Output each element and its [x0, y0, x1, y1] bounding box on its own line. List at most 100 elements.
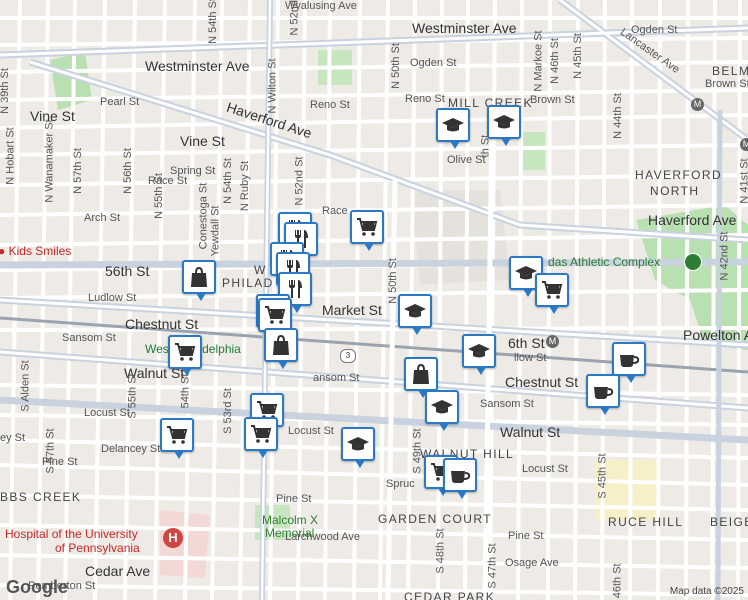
street-label: N 57th St [71, 148, 84, 194]
route-shield: 3 [340, 349, 356, 363]
shopping-marker[interactable] [182, 260, 216, 301]
park-pin-icon[interactable] [684, 253, 702, 271]
cafe-marker[interactable] [443, 458, 477, 499]
poi-label: Hospital of the University [5, 527, 138, 541]
partial-label: W [254, 263, 267, 277]
street-label: N 46th St [548, 38, 561, 84]
grocery-marker[interactable] [160, 418, 194, 459]
grocery-marker[interactable] [168, 335, 202, 376]
street-label: Yewdall St [209, 205, 222, 257]
street-label: Locust St [522, 463, 568, 475]
neighborhood-label: CEDAR PARK [404, 590, 496, 600]
street-label: N 42nd St [718, 231, 731, 281]
street-label: N 52nd St [288, 0, 301, 36]
shopping-marker[interactable] [404, 357, 438, 398]
street-label: Chestnut St [505, 374, 579, 390]
street-label: Cedar Ave [85, 563, 151, 579]
metro-station-icon[interactable]: M [691, 98, 704, 111]
street-label: Brown St [705, 78, 748, 90]
street-label: Pearl St [100, 96, 140, 108]
coffee-cup-icon [591, 379, 615, 403]
street-label: Locust St [288, 425, 334, 437]
shopping-marker[interactable] [264, 328, 298, 369]
street-label: Vine St [180, 133, 225, 149]
street-label: Sansom St [62, 332, 116, 344]
street-label: Delancey St [101, 443, 161, 455]
cafe-marker[interactable] [586, 374, 620, 415]
school-marker[interactable] [341, 427, 375, 468]
neighborhood-label: RUCE HILL [608, 515, 684, 529]
shopping-bag-icon [269, 333, 293, 357]
street-label: Chestnut St [125, 316, 199, 332]
location-pin-icon: ● [0, 244, 6, 258]
school-marker[interactable] [425, 390, 459, 431]
street-label: S 55th St [126, 373, 139, 419]
street-label: Haverford Ave [648, 212, 737, 228]
shopping-cart-icon [165, 423, 189, 447]
street-label: 56th St [105, 263, 150, 279]
street-label: Arch St [84, 212, 121, 224]
shopping-bag-icon [187, 265, 211, 289]
neighborhood-label: BEIGE [710, 515, 748, 529]
street-label: N Markoe St [532, 30, 545, 92]
cafe-marker[interactable] [612, 342, 646, 383]
street-label: 6th St [508, 335, 545, 351]
neighborhood-label: HAVERFORD [635, 168, 723, 182]
poi-malcolm-x-line2: Memorial [265, 526, 315, 540]
grocery-marker[interactable] [535, 273, 569, 314]
map-credit: Map data ©2025 [669, 586, 744, 597]
street-label: N 45th St [571, 33, 584, 79]
street-label: Race [322, 205, 348, 217]
street-label: Walnut St [500, 424, 561, 440]
shopping-cart-icon [540, 278, 564, 302]
graduation-cap-icon [441, 113, 465, 137]
graduation-cap-icon [430, 395, 454, 419]
street-label: N 54th St [221, 158, 234, 204]
poi-hospital-line2: of Pennsylvania [55, 541, 140, 555]
street-label: ey St [0, 432, 26, 444]
street-label: Conestoga St [197, 182, 210, 250]
hospital-icon[interactable]: H [163, 528, 183, 548]
poi-athletic-complex[interactable]: das Athletic Complex [548, 255, 660, 269]
street-label: Pine St [508, 530, 544, 542]
street-label: llow St [514, 352, 547, 364]
neighborhood-label: BELM [712, 64, 748, 78]
street-label: N 54th St [206, 0, 219, 44]
map-canvas[interactable]: Wyalusing Ave Westminster Ave Westminste… [0, 0, 748, 600]
street-label: Spruc [386, 478, 415, 490]
street-label: S 47th St [486, 543, 499, 589]
school-marker[interactable] [398, 294, 432, 335]
street-label: Westminster Ave [412, 20, 517, 36]
poi-label: Kids Smiles [8, 244, 72, 258]
poi-hospital[interactable]: Hospital of the University [5, 527, 138, 541]
neighborhood-label: BBS CREEK [0, 490, 82, 504]
street-label: N 52nd St [293, 156, 306, 206]
school-marker[interactable] [462, 334, 496, 375]
shopping-cart-icon [173, 340, 197, 364]
street-label: Ludlow St [88, 292, 137, 304]
street-label: N Wilton St [266, 58, 279, 114]
grocery-marker[interactable] [350, 210, 384, 251]
school-marker[interactable] [436, 108, 470, 149]
poi-malcolm-x[interactable]: Malcolm X [262, 513, 318, 527]
neighborhood-label: GARDEN COURT [378, 512, 492, 526]
street-label: Brown St [530, 94, 575, 106]
shopping-cart-icon [263, 303, 287, 327]
poi-kids-smiles[interactable]: ● Kids Smiles [0, 244, 71, 258]
street-label: Sansom St [480, 398, 534, 410]
street-label: Ogden St [410, 57, 457, 69]
graduation-cap-icon [467, 339, 491, 363]
school-marker[interactable] [487, 105, 521, 146]
neighborhood-label: PHILAD [222, 276, 274, 290]
metro-station-icon[interactable]: M [740, 138, 748, 151]
grocery-marker[interactable] [244, 417, 278, 458]
street-label: N 56th St [121, 148, 134, 194]
street-label: S 53rd St [221, 388, 234, 434]
street-label: Osage Ave [505, 557, 559, 569]
street-label: N Wanamaker St [43, 119, 56, 203]
grocery-marker[interactable] [258, 298, 292, 339]
graduation-cap-icon [492, 110, 516, 134]
street-label: Powelton Ave [683, 327, 748, 343]
metro-station-icon[interactable]: M [546, 335, 559, 348]
street-label: N 39th St [0, 68, 11, 114]
